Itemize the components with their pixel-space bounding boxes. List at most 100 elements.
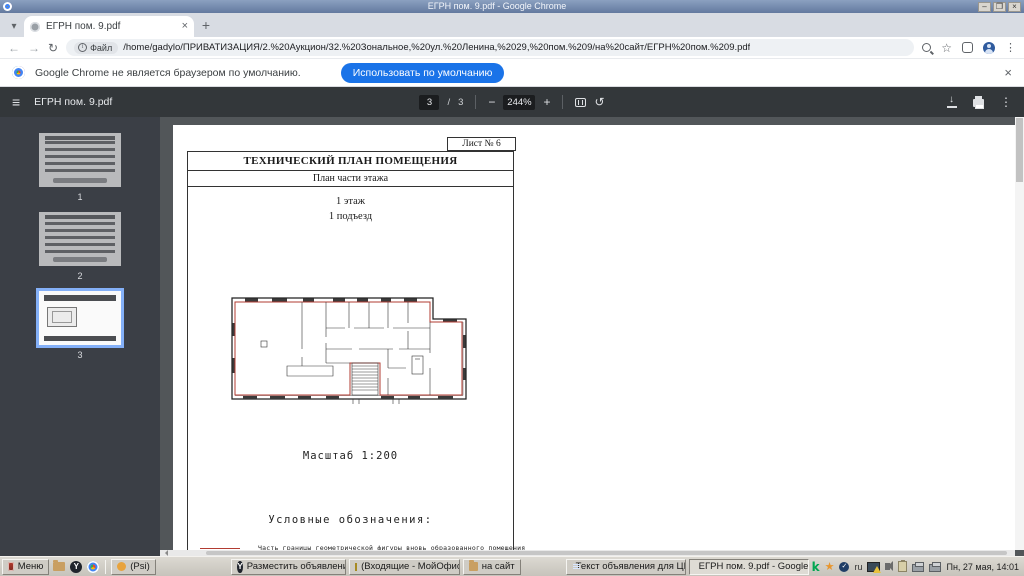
yandex-icon: Y	[70, 560, 83, 573]
toolbar-divider	[475, 95, 477, 109]
new-tab-button[interactable]: +	[194, 15, 218, 35]
quicklaunch-chrome[interactable]	[86, 559, 100, 575]
pdf-content-area: 1 2 3 Лист № 6 ТЕХНИЧЕСКИЙ ПЛАН ПОМЕЩЕНИ…	[0, 117, 1024, 556]
chrome-logo-icon	[3, 2, 12, 11]
toolbar-divider	[562, 95, 564, 109]
tab-egrn-pdf[interactable]: ЕГРН пом. 9.pdf ×	[24, 16, 194, 37]
set-default-button[interactable]: Использовать по умолчанию	[340, 62, 505, 83]
thumb-detail	[44, 295, 116, 301]
menu-label: Меню	[17, 561, 44, 572]
window-minimize-button[interactable]: –	[978, 1, 991, 12]
tab-favicon	[30, 21, 40, 32]
profile-avatar-icon[interactable]	[983, 41, 995, 54]
task-yandex-ad[interactable]: Y Разместить объявление ...	[231, 558, 347, 575]
floor-plan-drawing	[231, 297, 467, 404]
menu-button[interactable]: Меню	[2, 558, 50, 575]
quicklaunch-yandex[interactable]: Y	[69, 559, 83, 575]
infobar-message: Google Chrome не является браузером по у…	[35, 66, 301, 79]
keyboard-layout-indicator[interactable]: ru	[854, 562, 862, 572]
tab-close-icon[interactable]: ×	[182, 21, 188, 32]
menu-logo-icon	[8, 562, 14, 571]
thumbnail-page-3-selected[interactable]: 3	[36, 288, 124, 360]
file-chip-label: Файл	[90, 42, 113, 53]
task-label: (Psi)	[130, 561, 150, 572]
address-bar[interactable]: i Файл /home/gadylo/ПРИВАТИЗАЦИЯ/2.%20Ау…	[66, 39, 915, 56]
thumbnail-image[interactable]	[39, 212, 121, 266]
window-close-button[interactable]: ×	[1008, 1, 1021, 12]
yandex-icon: Y	[237, 560, 243, 573]
zoom-search-icon[interactable]	[922, 43, 932, 52]
rotate-icon[interactable]: ↺	[594, 95, 604, 109]
reload-icon[interactable]: ↻	[48, 39, 58, 57]
page-total: 3	[458, 96, 464, 108]
tray-k-icon[interactable]: k	[812, 560, 820, 574]
thumbnail-label: 3	[77, 350, 83, 360]
pdf-more-icon[interactable]: ⋮	[1000, 95, 1012, 109]
folder-icon	[53, 560, 66, 571]
zoom-level-input[interactable]: 244%	[503, 94, 536, 110]
task-label: (Входящие - МойОфис По...	[361, 561, 461, 572]
pdf-page-3: Лист № 6 ТЕХНИЧЕСКИЙ ПЛАН ПОМЕЩЕНИЯ План…	[173, 125, 1015, 550]
vertical-scrollbar[interactable]	[1015, 117, 1024, 550]
task-text-doc[interactable]: Текст объявления для ЦИ...	[565, 558, 686, 575]
clipboard-icon[interactable]	[898, 560, 908, 572]
file-scheme-chip[interactable]: i Файл	[74, 41, 119, 54]
thumbnail-image[interactable]	[39, 133, 121, 187]
url-text: /home/gadylo/ПРИВАТИЗАЦИЯ/2.%20Аукцион/3…	[123, 42, 751, 53]
thumbnail-page-1[interactable]: 1	[39, 133, 121, 202]
zoom-out-icon[interactable]: −	[488, 95, 495, 109]
download-icon[interactable]	[947, 94, 957, 108]
thumbnail-page-2[interactable]: 2	[39, 212, 121, 281]
task-psi[interactable]: (Psi)	[111, 558, 157, 575]
task-folder-nasait[interactable]: на сайт	[463, 558, 521, 575]
side-panel-icon[interactable]	[962, 42, 973, 53]
thumbnail-panel: 1 2 3	[0, 117, 160, 556]
horizontal-scroll-thumb[interactable]	[206, 551, 1007, 555]
thumb-detail	[53, 257, 107, 262]
window-title: ЕГРН пом. 9.pdf - Google Chrome	[427, 1, 567, 11]
task-label: ЕГРН пом. 9.pdf - Google C...	[698, 561, 809, 572]
page-number-input[interactable]: 3	[419, 94, 440, 110]
info-icon: i	[78, 43, 88, 52]
display-warning-icon[interactable]	[867, 561, 882, 573]
zoom-in-icon[interactable]: +	[543, 95, 550, 109]
thumb-detail	[45, 215, 115, 219]
volume-icon[interactable]	[885, 563, 891, 570]
task-myoffice-mail[interactable]: (Входящие - МойОфис По...	[349, 558, 461, 575]
thumbnail-image[interactable]	[36, 288, 124, 348]
quicklaunch-files[interactable]	[52, 559, 66, 575]
pdf-title: ЕГРН пом. 9.pdf	[34, 96, 113, 108]
document-subtitle: План части этажа	[188, 171, 513, 187]
window-titlebar: ЕГРН пом. 9.pdf - Google Chrome – ❐ ×	[0, 0, 1024, 13]
task-chrome-egrn-active[interactable]: ЕГРН пом. 9.pdf - Google C...	[688, 558, 809, 575]
psi-icon	[117, 562, 127, 571]
thumb-detail	[53, 178, 107, 183]
sheet-number-box: Лист № 6	[447, 137, 516, 151]
clock[interactable]: Пн, 27 мая, 14:01	[946, 562, 1019, 572]
default-browser-infobar: Google Chrome не является браузером по у…	[0, 59, 1024, 87]
print-icon[interactable]	[973, 96, 984, 109]
thumbnail-label: 1	[77, 192, 83, 202]
tab-strip: ▾ ЕГРН пом. 9.pdf × +	[0, 13, 1024, 37]
tab-search-chevron-icon[interactable]: ▾	[4, 17, 24, 35]
chrome-logo-icon	[12, 66, 25, 79]
fit-page-icon[interactable]	[575, 97, 587, 107]
thumb-detail	[44, 336, 116, 341]
pdf-toolbar: ≡ ЕГРН пом. 9.pdf 3 / 3 − 244% + ↺ ⋮	[0, 87, 1024, 117]
thumb-detail	[45, 141, 115, 175]
infobar-close-icon[interactable]: ×	[1004, 65, 1012, 80]
window-maximize-button[interactable]: ❐	[993, 1, 1006, 12]
thumbnail-label: 2	[77, 271, 83, 281]
pdf-viewer[interactable]: Лист № 6 ТЕХНИЧЕСКИЙ ПЛАН ПОМЕЩЕНИЯ План…	[160, 117, 1024, 556]
tray-sync-icon[interactable]: ✓	[839, 561, 850, 572]
chrome-menu-icon[interactable]: ⋮	[1005, 41, 1016, 54]
bookmark-star-icon[interactable]: ☆	[941, 41, 952, 55]
back-icon[interactable]: ←	[8, 39, 20, 57]
tray-star-icon[interactable]: ★	[825, 560, 835, 573]
vertical-scroll-thumb[interactable]	[1016, 118, 1023, 182]
printer-icon[interactable]	[912, 561, 925, 572]
printer-icon-2[interactable]	[929, 561, 942, 572]
floor-label: 1 этаж	[335, 196, 365, 207]
forward-icon[interactable]: →	[28, 39, 40, 57]
pdf-menu-icon[interactable]: ≡	[12, 94, 20, 110]
